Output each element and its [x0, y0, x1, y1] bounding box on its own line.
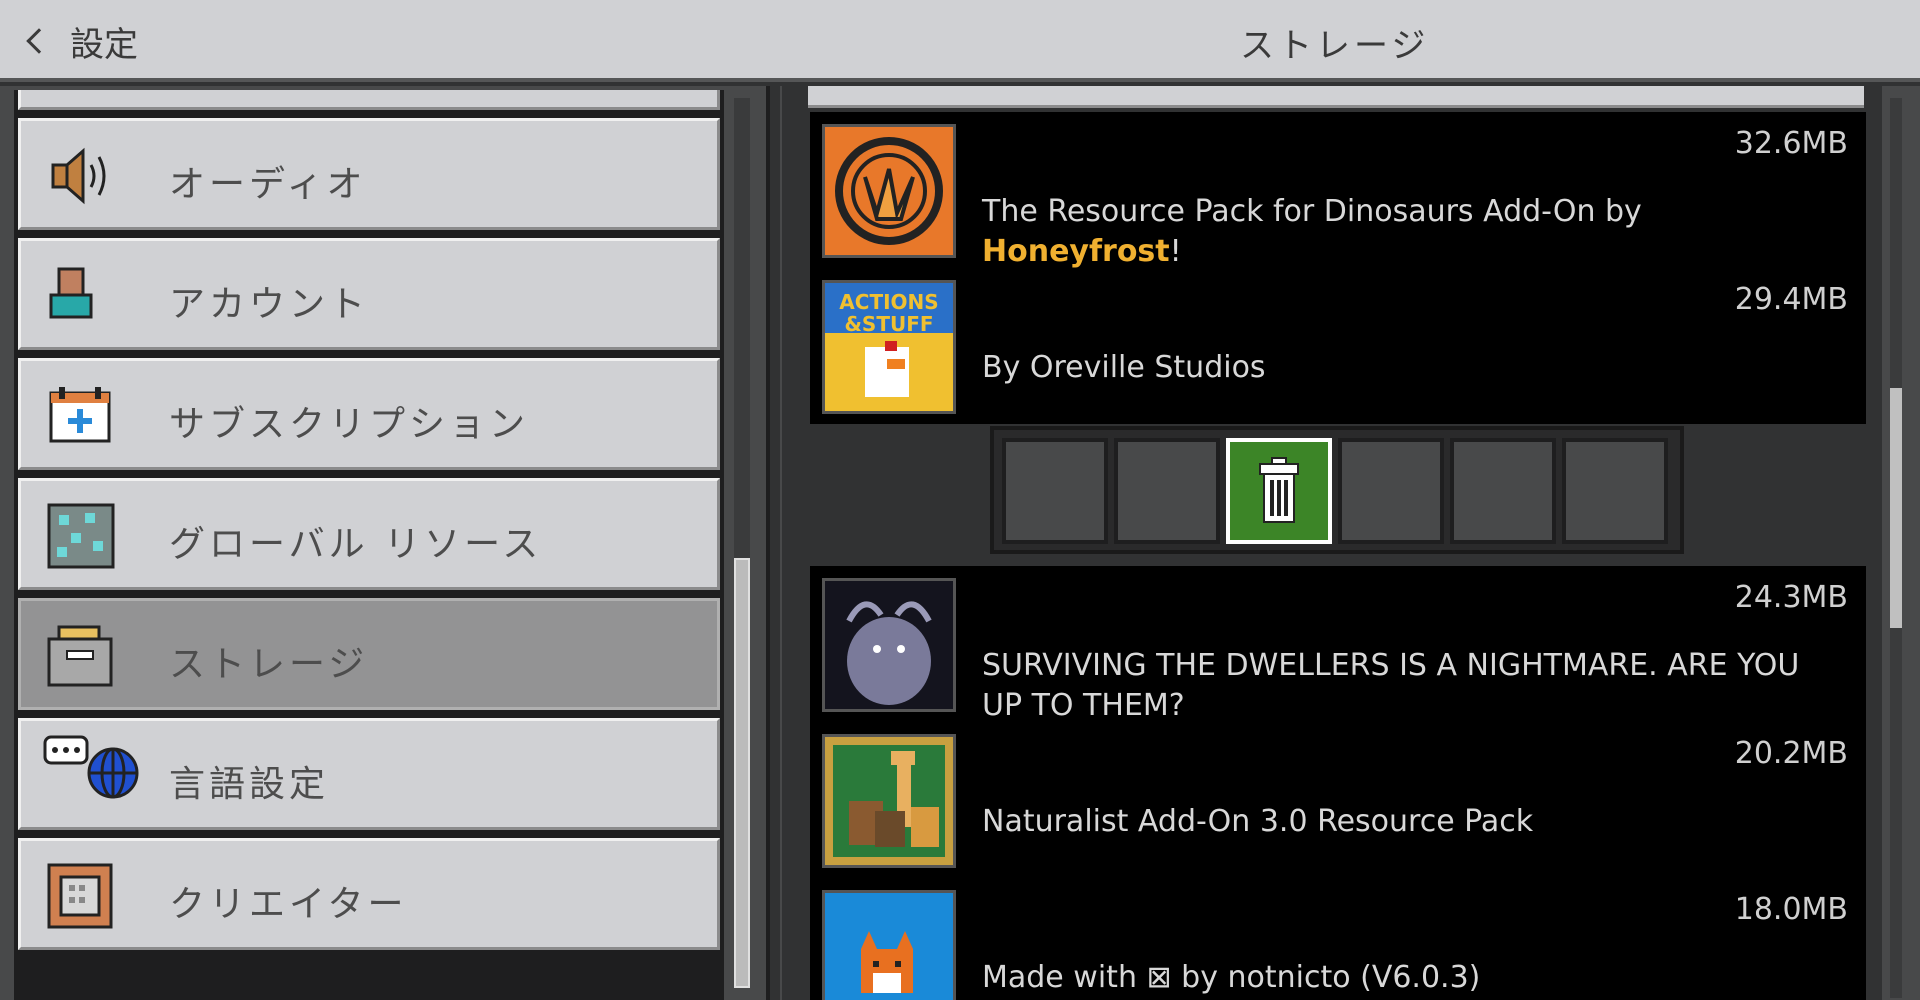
delete-button[interactable] — [1226, 438, 1332, 544]
sidebar-item-label: サブスクリプション — [169, 404, 530, 445]
speaker-icon — [51, 147, 106, 205]
sidebar-item-label: ストレージ — [169, 644, 369, 685]
sidebar-list: オーディオ アカウント サブスクリプション グローバル リソース ストレージ 言… — [14, 90, 724, 1000]
item-description: Made with ⊠ by notnicto (V6.0.3) — [982, 960, 1481, 995]
item-action-bar — [990, 426, 1684, 554]
storage-list-container: 32.6MB The Resource Pack for Dinosaurs A… — [782, 86, 1882, 1000]
diamond-ore-icon — [47, 503, 115, 569]
sidebar-item-label: オーディオ — [169, 164, 367, 205]
sidebar-item-global-resources[interactable]: グローバル リソース — [18, 478, 720, 590]
settings-sidebar: オーディオ アカウント サブスクリプション グローバル リソース ストレージ 言… — [0, 86, 770, 1000]
language-globe-icon — [43, 735, 139, 799]
action-slot-4[interactable] — [1338, 438, 1444, 544]
top-bar: 設定 ストレージ — [0, 0, 1920, 82]
sidebar-item-account[interactable]: アカウント — [18, 238, 720, 350]
dweller-monster-icon — [822, 578, 956, 712]
sidebar-item-label: アカウント — [169, 284, 370, 325]
trash-icon — [1259, 457, 1299, 523]
sidebar-item-subscription[interactable]: サブスクリプション — [18, 358, 720, 470]
sidebar-scrollbar[interactable] — [734, 98, 750, 988]
action-slot-6[interactable] — [1562, 438, 1668, 544]
action-slot-1[interactable] — [1002, 438, 1108, 544]
sidebar-item-audio[interactable]: オーディオ — [18, 118, 720, 230]
action-slot-5[interactable] — [1450, 438, 1556, 544]
back-button[interactable]: 設定 — [20, 16, 138, 66]
storage-item[interactable]: ACTIONS &STUFF 29.4MB By Oreville Studio… — [810, 268, 1866, 424]
account-icon — [49, 267, 93, 319]
item-description: Naturalist Add-On 3.0 Resource Pack — [982, 804, 1534, 839]
storage-scrollbar[interactable] — [1890, 98, 1902, 998]
sidebar-item-partial[interactable] — [18, 90, 720, 110]
sidebar-item-label: グローバル リソース — [169, 524, 543, 565]
item-size: 29.4MB — [1734, 282, 1848, 317]
storage-drawer-icon — [47, 625, 113, 687]
actions-and-stuff-icon: ACTIONS &STUFF — [822, 280, 956, 414]
storage-header-strip — [808, 86, 1864, 108]
sidebar-item-creator[interactable]: クリエイター — [18, 838, 720, 950]
item-size: 20.2MB — [1734, 736, 1848, 771]
naturalist-animals-icon — [822, 734, 956, 868]
fox-icon — [822, 890, 956, 1000]
dinosaur-claw-icon — [822, 124, 956, 258]
chevron-left-icon — [26, 28, 52, 54]
command-block-icon — [47, 863, 113, 929]
action-slot-2[interactable] — [1114, 438, 1220, 544]
sidebar-scrollbar-thumb[interactable] — [734, 558, 750, 988]
item-size: 32.6MB — [1734, 126, 1848, 161]
storage-list-group-2: 24.3MB SURVIVING THE DWELLERS IS A NIGHT… — [810, 566, 1866, 1000]
sidebar-item-label: クリエイター — [169, 884, 408, 925]
item-description: By Oreville Studios — [982, 350, 1266, 385]
item-size: 18.0MB — [1734, 892, 1848, 927]
calendar-plus-icon — [49, 387, 111, 443]
storage-list-group-1: 32.6MB The Resource Pack for Dinosaurs A… — [810, 112, 1866, 424]
sidebar-item-language[interactable]: 言語設定 — [18, 718, 720, 830]
storage-item[interactable]: 18.0MB Made with ⊠ by notnicto (V6.0.3) — [810, 878, 1866, 1000]
item-description: SURVIVING THE DWELLERS IS A NIGHTMARE. A… — [982, 648, 1800, 723]
page-title: ストレージ — [1240, 26, 1430, 66]
sidebar-item-storage[interactable]: ストレージ — [18, 598, 720, 710]
back-label: 設定 — [70, 24, 138, 65]
item-description: The Resource Pack for Dinosaurs Add-On b… — [982, 194, 1642, 269]
svg-text:&STUFF: &STUFF — [844, 312, 933, 336]
svg-text:ACTIONS: ACTIONS — [839, 290, 938, 314]
sidebar-item-label: 言語設定 — [169, 764, 330, 805]
storage-scrollbar-thumb[interactable] — [1890, 388, 1902, 628]
item-size: 24.3MB — [1734, 580, 1848, 615]
storage-item[interactable]: 20.2MB Naturalist Add-On 3.0 Resource Pa… — [810, 722, 1866, 878]
storage-panel: 32.6MB The Resource Pack for Dinosaurs A… — [780, 86, 1920, 1000]
storage-item[interactable]: 24.3MB SURVIVING THE DWELLERS IS A NIGHT… — [810, 566, 1866, 723]
storage-item[interactable]: 32.6MB The Resource Pack for Dinosaurs A… — [810, 112, 1866, 269]
